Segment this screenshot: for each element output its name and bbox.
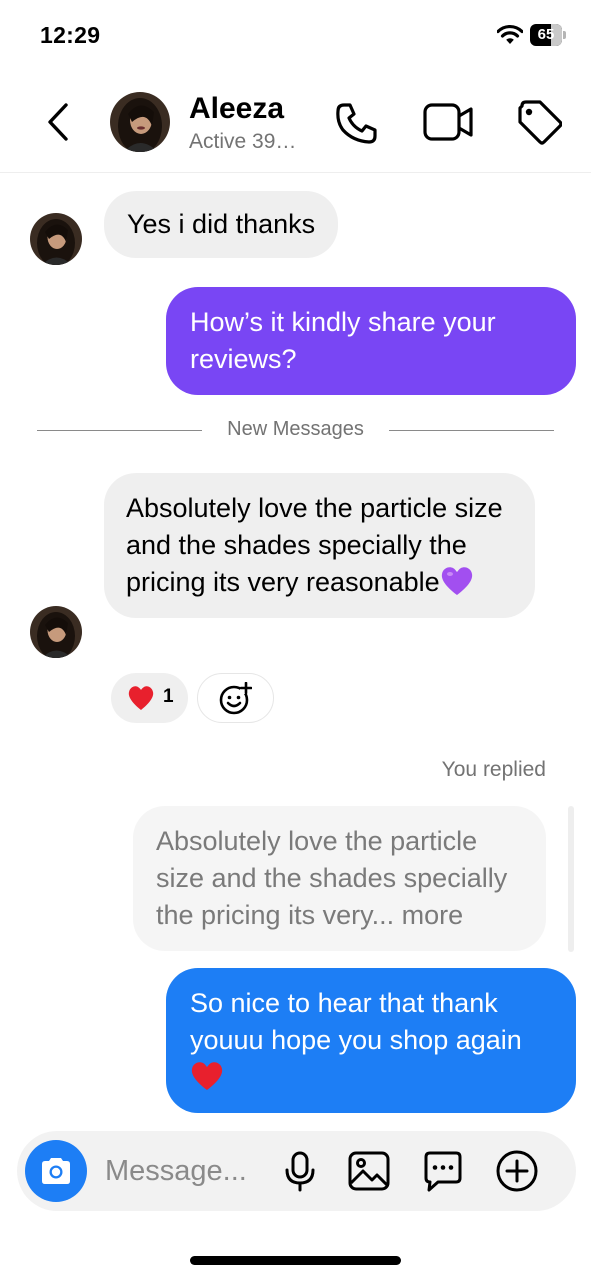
video-camera-icon[interactable] [422,100,474,144]
phone-icon[interactable] [333,100,381,146]
reply-indicator-bar [568,806,574,952]
status-bar: 12:29 65 [0,0,591,72]
add-reaction-button[interactable] [197,673,274,723]
microphone-icon[interactable] [278,1149,322,1193]
contact-active-status: Active 39… [189,130,297,153]
sender-avatar[interactable] [30,213,82,265]
sticker-chat-icon[interactable] [421,1149,465,1193]
outgoing-message-bubble[interactable]: How’s it kindly share your reviews? [166,287,576,395]
contact-avatar[interactable] [110,92,170,152]
more-link[interactable]: more [402,900,464,930]
quoted-message-bubble[interactable]: Absolutely love the particle size and th… [133,806,546,951]
message-input[interactable] [105,1151,275,1191]
red-heart-emoji [128,686,154,710]
message-text: How’s it kindly share your reviews? [190,307,496,374]
contact-name[interactable]: Aleeza [189,92,284,126]
camera-button[interactable] [25,1140,87,1202]
battery-indicator: 65 [530,24,566,46]
divider-line-right [389,430,554,431]
wifi-icon [497,24,523,44]
incoming-message-bubble[interactable]: Yes i did thanks [104,191,339,258]
divider-line-left [37,430,202,431]
message-text: So nice to hear that thank youuu hope yo… [190,988,522,1055]
add-reaction-icon [219,682,252,715]
outgoing-message-bubble[interactable]: So nice to hear that thank youuu hope yo… [166,968,576,1113]
message-text: Yes i did thanks [127,209,316,239]
red-heart-emoji [191,1062,223,1090]
heart-reaction[interactable]: 1 [111,673,188,723]
gallery-icon[interactable] [347,1149,391,1193]
tag-icon[interactable] [514,98,562,146]
message-composer [17,1131,576,1211]
home-indicator[interactable] [190,1256,401,1265]
purple-heart-emoji [441,567,472,595]
you-replied-label: You replied [441,758,546,781]
reaction-count: 1 [163,686,174,707]
sender-avatar[interactable] [30,606,82,658]
camera-icon [42,1158,70,1184]
chat-header: Aleeza Active 39… [0,72,591,173]
new-messages-divider: New Messages [227,418,364,440]
plus-icon[interactable] [495,1149,539,1193]
battery-percent: 65 [537,26,555,43]
status-time: 12:29 [40,22,101,48]
back-icon[interactable] [42,100,74,144]
incoming-message-bubble[interactable]: Absolutely love the particle size and th… [104,473,535,618]
